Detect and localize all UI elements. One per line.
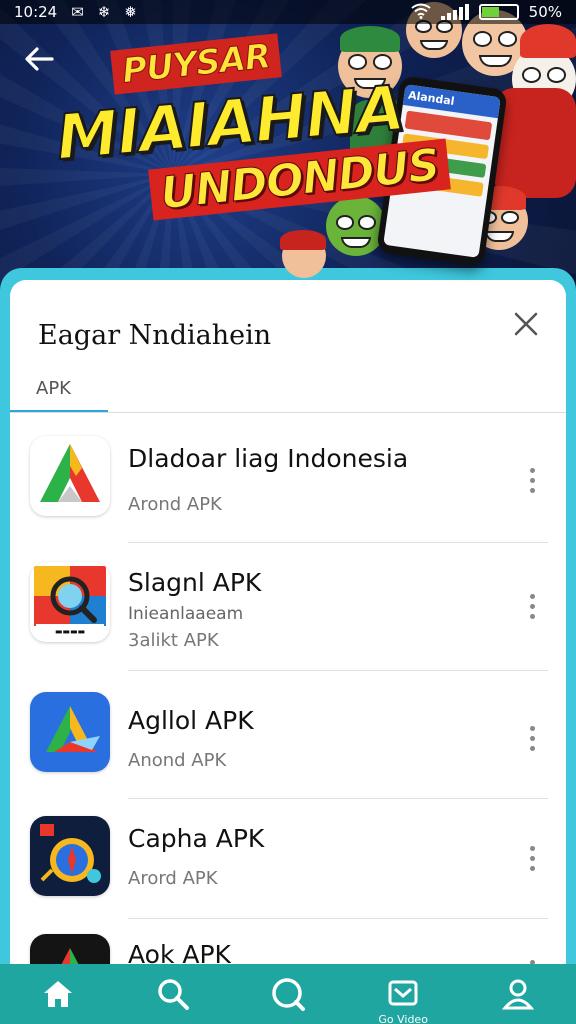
snowflake-icon: ❅ <box>124 2 137 21</box>
blue-triangle-icon <box>30 692 110 772</box>
sheet-content: Eagar Nndiahein APK Dladoar liag Indones… <box>10 280 566 1024</box>
app-subtitle: Arord APK <box>128 868 218 889</box>
app-list: Dladoar liag Indonesia Arond APK ▬▬▬▬ Sl… <box>10 414 566 1024</box>
tab-apk[interactable]: APK <box>36 378 71 399</box>
battery-icon <box>478 4 519 20</box>
wifi-icon <box>411 3 431 22</box>
bottom-sheet: Eagar Nndiahein APK Dladoar liag Indones… <box>0 268 576 1024</box>
app-subtitle: Anond APK <box>128 750 227 771</box>
compass-icon <box>30 816 110 896</box>
more-vert-icon[interactable] <box>522 718 542 758</box>
green-cap <box>340 26 400 52</box>
snowflake-icon: ❄ <box>97 2 111 21</box>
nav-video[interactable]: Go Video <box>373 964 433 1024</box>
triangle-play-icon <box>30 436 110 516</box>
divider <box>10 412 566 413</box>
list-item[interactable]: ▬▬▬▬ Slagnl APK Inieanlaaeam 3alikt APK <box>10 542 566 670</box>
cartoon-body <box>494 88 576 198</box>
magnifier-badge-icon: ▬▬▬▬ <box>30 562 110 642</box>
red-helmet <box>280 230 326 250</box>
cartoon-character <box>326 196 386 256</box>
mail-status-icon: ✉ <box>71 2 84 21</box>
close-icon[interactable] <box>508 310 544 346</box>
red-helmet <box>520 24 576 58</box>
list-item[interactable]: Agllol APK Anond APK <box>10 670 566 798</box>
bottom-nav: Go Video <box>0 964 576 1024</box>
home-icon <box>43 981 72 1007</box>
app-name: Capha APK <box>128 824 265 853</box>
more-vert-icon[interactable] <box>522 460 542 500</box>
promo-banner: Alandal PUYSAR MIAIAHNA UNDONDUS <box>0 0 576 290</box>
chat-search-icon <box>272 978 305 1011</box>
svg-text:▬▬▬▬: ▬▬▬▬ <box>55 627 85 636</box>
list-item[interactable]: Capha APK Arord APK <box>10 798 566 918</box>
app-subtitle: Arond APK <box>128 494 222 515</box>
search-icon <box>158 979 189 1010</box>
status-bar: 10:24 ✉ ❄ ❅ 50% <box>0 0 576 24</box>
nav-profile[interactable] <box>488 964 548 1024</box>
sheet-title: Eagar Nndiahein <box>38 320 272 351</box>
nav-home[interactable] <box>28 964 88 1024</box>
nav-video-label: Go Video <box>378 1013 428 1024</box>
status-time: 10:24 <box>14 3 58 21</box>
nav-discover[interactable] <box>258 964 318 1024</box>
back-arrow-icon[interactable] <box>22 42 56 82</box>
person-icon <box>502 979 535 1010</box>
more-vert-icon[interactable] <box>522 586 542 626</box>
app-name: Slagnl APK <box>128 568 262 597</box>
nav-search[interactable] <box>143 964 203 1024</box>
more-vert-icon[interactable] <box>522 838 542 878</box>
list-item[interactable]: Dladoar liag Indonesia Arond APK <box>10 414 566 542</box>
app-subtitle-2: 3alikt APK <box>128 630 219 651</box>
app-name: Agllol APK <box>128 706 254 735</box>
app-name: Dladoar liag Indonesia <box>128 444 409 473</box>
battery-percent: 50% <box>528 3 562 21</box>
signal-icon <box>440 4 469 20</box>
mail-icon <box>388 980 418 1006</box>
app-subtitle: Inieanlaaeam <box>128 604 244 624</box>
